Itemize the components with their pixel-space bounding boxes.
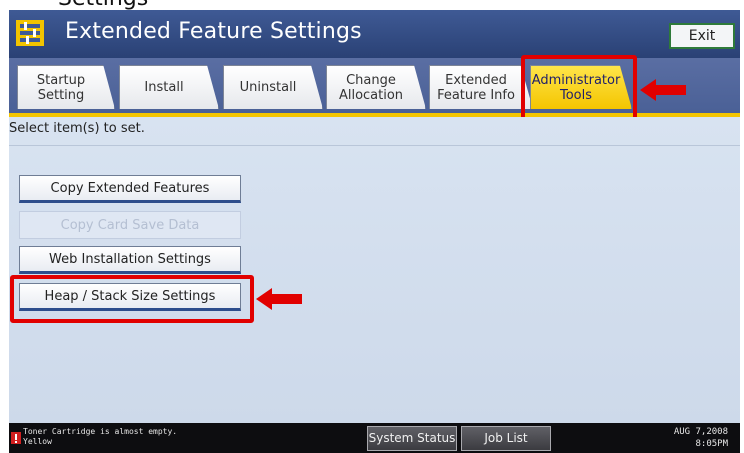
date-text: AUG 7,2008 xyxy=(673,427,728,437)
tab-extended-feature-info[interactable]: Extended Feature Info xyxy=(429,65,533,109)
tab-install[interactable]: Install xyxy=(119,65,219,109)
tab-uninstall[interactable]: Uninstall xyxy=(223,65,323,109)
status-message: Toner Cartridge is almost empty. Yellow xyxy=(23,427,178,446)
exit-button[interactable]: Exit xyxy=(669,23,735,49)
feature-settings-icon xyxy=(16,20,44,46)
divider xyxy=(9,145,740,146)
main-panel: Select item(s) to set. Copy Extended Fea… xyxy=(9,117,740,423)
title-bar: Extended Feature Settings Exit xyxy=(9,10,740,58)
window-title: Extended Feature Settings xyxy=(65,19,362,44)
time-text: 8:05PM xyxy=(695,439,728,449)
tab-change-allocation[interactable]: Change Allocation xyxy=(326,65,426,109)
date-time: AUG 7,2008 8:05PM xyxy=(674,426,728,450)
instruction-text: Select item(s) to set. xyxy=(9,121,145,136)
copy-extended-features-button[interactable]: Copy Extended Features xyxy=(19,175,241,203)
toner-warning-icon xyxy=(11,432,21,444)
system-status-button[interactable]: System Status xyxy=(367,426,457,451)
web-installation-settings-button[interactable]: Web Installation Settings xyxy=(19,246,241,274)
status-bar: Toner Cartridge is almost empty. Yellow … xyxy=(9,423,740,453)
button-highlight-box xyxy=(10,275,254,323)
red-arrow-icon xyxy=(640,79,686,101)
job-list-button[interactable]: Job List xyxy=(461,426,551,451)
red-arrow-icon xyxy=(256,288,302,310)
tab-startup-setting[interactable]: Startup Setting xyxy=(17,65,115,109)
copy-card-save-data-button: Copy Card Save Data xyxy=(19,211,241,239)
